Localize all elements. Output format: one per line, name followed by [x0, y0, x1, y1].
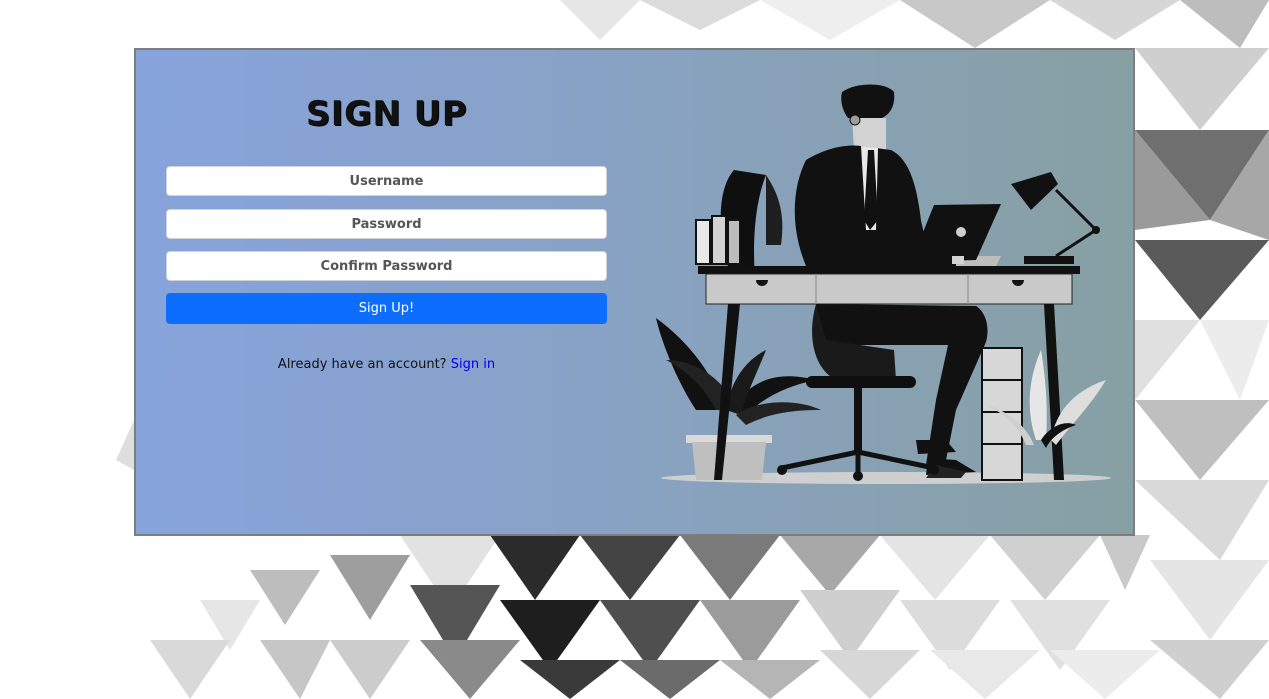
signin-prompt-row: Already have an account? Sign in — [166, 357, 607, 372]
signup-form: SIGN UP Sign Up! Already have an account… — [166, 50, 607, 534]
username-input[interactable] — [166, 166, 607, 196]
signup-card: SIGN UP Sign Up! Already have an account… — [134, 48, 1135, 536]
sign-in-link[interactable]: Sign in — [451, 357, 495, 372]
password-input[interactable] — [166, 209, 607, 239]
confirm-password-input[interactable] — [166, 251, 607, 281]
businessman-at-desk-illustration — [656, 84, 1111, 484]
desk-lamp-icon — [1011, 172, 1100, 264]
sign-up-button[interactable]: Sign Up! — [166, 293, 607, 324]
signin-prompt-text: Already have an account? — [277, 357, 447, 372]
page-title: SIGN UP — [305, 94, 468, 134]
plant-left-icon — [656, 318, 821, 480]
